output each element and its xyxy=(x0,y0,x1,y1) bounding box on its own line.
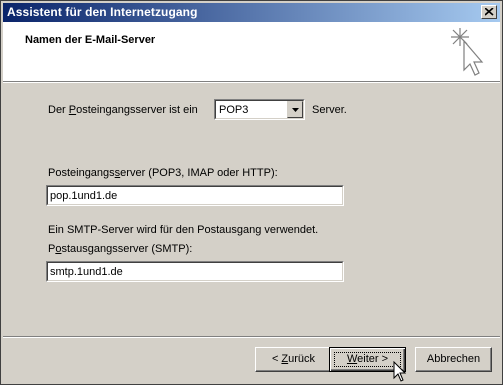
title-bar[interactable]: Assistent für den Internetzugang xyxy=(3,3,500,22)
chevron-down-icon xyxy=(292,108,299,112)
outgoing-server-label: Postausgangsserver (SMTP): xyxy=(48,243,193,255)
incoming-server-label: Posteingangsserver (POP3, IMAP oder HTTP… xyxy=(48,167,278,179)
window-title: Assistent für den Internetzugang xyxy=(7,5,198,19)
outgoing-server-field[interactable]: smtp.1und1.de xyxy=(46,261,344,282)
server-suffix-label: Server. xyxy=(312,104,347,116)
outgoing-server-value: smtp.1und1.de xyxy=(50,266,123,278)
close-icon xyxy=(485,8,494,16)
incoming-server-type-select[interactable]: POP3 xyxy=(214,99,305,120)
dropdown-button[interactable] xyxy=(287,101,303,118)
wizard-sparkle-cursor-icon xyxy=(451,28,484,76)
incoming-server-value: pop.1und1.de xyxy=(50,190,118,202)
mouse-pointer-icon xyxy=(393,361,406,382)
close-button[interactable] xyxy=(481,5,497,19)
incoming-server-field[interactable]: pop.1und1.de xyxy=(46,185,344,206)
page-title: Namen der E-Mail-Server xyxy=(25,34,156,46)
cancel-button[interactable]: Abbrechen xyxy=(415,347,492,372)
focus-rect xyxy=(334,352,401,367)
smtp-note: Ein SMTP-Server wird für den Postausgang… xyxy=(48,224,319,236)
back-button[interactable]: < Zurück xyxy=(255,347,332,372)
wizard-window: Assistent für den Internetzugang Namen d… xyxy=(0,0,503,385)
incoming-server-type-value: POP3 xyxy=(219,104,249,116)
wizard-header: Namen der E-Mail-Server xyxy=(3,22,500,81)
incoming-type-label: Der Posteingangsserver ist ein xyxy=(48,104,198,116)
